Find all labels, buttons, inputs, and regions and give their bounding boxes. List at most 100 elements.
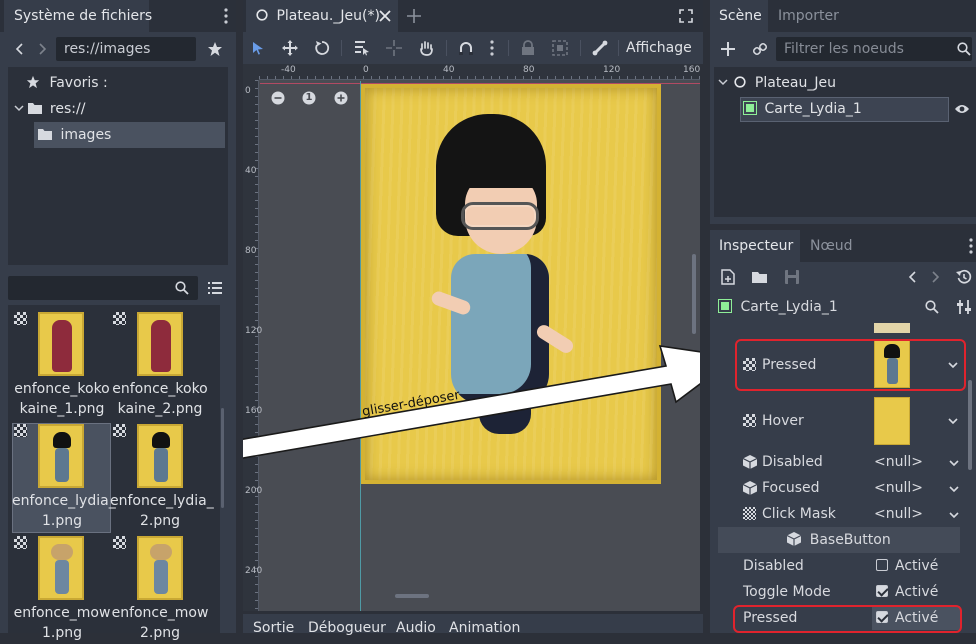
open-folder-icon[interactable] (750, 267, 770, 287)
visibility-eye-icon[interactable] (952, 100, 972, 118)
group-icon[interactable] (550, 38, 570, 58)
lock-icon[interactable] (518, 38, 538, 58)
file-name-line2: 1.png (41, 513, 82, 529)
back-icon[interactable] (10, 38, 28, 60)
fullscreen-icon[interactable] (676, 6, 696, 26)
search-icon[interactable] (172, 278, 192, 298)
resource-cube-icon (786, 532, 802, 546)
checkbox-off[interactable] (876, 559, 888, 571)
save-icon[interactable] (782, 267, 802, 287)
prop-texture-disabled[interactable]: Disabled <null> (718, 449, 970, 475)
tab-import[interactable]: Importer (768, 0, 849, 32)
chevron-down-icon[interactable] (14, 103, 24, 113)
favorites-row[interactable]: Favoris : (26, 70, 108, 96)
viewport-vscrollbar[interactable] (692, 254, 696, 334)
tree-root-label: res:// (49, 101, 86, 117)
chevron-down-icon[interactable] (949, 458, 959, 468)
tree-node-plateau-jeu[interactable]: Plateau_Jeu (718, 70, 836, 96)
drag-arrow (243, 345, 700, 459)
toolbar-separator (508, 40, 509, 56)
tab-node[interactable]: Nœud (800, 230, 863, 262)
file-grid-scrollbar[interactable] (221, 408, 224, 508)
tree-root-res[interactable]: res:// (14, 96, 85, 122)
file-thumbnail (38, 424, 84, 488)
prop-label: Disabled (743, 558, 804, 574)
file-name-line1: enfonce_lydia_ (110, 493, 214, 509)
tab-filesystem[interactable]: Système de fichiers (4, 0, 152, 32)
dock-menu-icon[interactable] (966, 236, 976, 256)
prop-checkbox[interactable]: Activé (876, 579, 938, 605)
rotate-tool-icon[interactable] (312, 38, 332, 58)
chevron-down-icon[interactable] (946, 414, 960, 428)
history-forward-icon[interactable] (928, 267, 944, 287)
add-node-icon[interactable] (718, 38, 738, 60)
prop-texture-hover[interactable]: Hover (740, 408, 960, 434)
file-thumbnail (137, 312, 183, 376)
move-tool-icon[interactable] (280, 38, 300, 58)
path-field[interactable]: res://images (56, 37, 196, 61)
file-item[interactable]: enfonce_mow 2.png (110, 534, 210, 644)
object-header[interactable]: Carte_Lydia_1 (718, 295, 918, 319)
add-tab-icon[interactable] (404, 6, 424, 26)
prop-disabled[interactable]: Disabled Activé (718, 553, 970, 579)
bottom-tab-debugger[interactable]: Débogueur (308, 620, 386, 636)
node2d-circle-icon (734, 76, 747, 88)
file-item[interactable]: enfonce_koko kaine_1.png (12, 310, 112, 420)
file-name-line1: enfonce_koko (112, 381, 208, 397)
chevron-down-icon[interactable] (949, 510, 959, 520)
prop-label: Focused (762, 480, 820, 496)
viewport[interactable]: -40 0 40 80 120 160 0 40 80 120 160 200 … (243, 64, 700, 611)
bottom-tab-output[interactable]: Sortie (253, 620, 294, 636)
chevron-down-icon[interactable] (718, 77, 728, 87)
dock-menu-icon[interactable] (218, 6, 234, 26)
viewport-hscrollbar[interactable] (395, 594, 429, 598)
file-name-line2: 1.png (41, 625, 82, 641)
toolbar-separator (580, 40, 581, 56)
file-item[interactable]: enfonce_mow 1.png (12, 534, 112, 644)
select-tool-icon[interactable] (248, 38, 268, 58)
snap-icon[interactable] (456, 38, 476, 58)
chevron-down-icon[interactable] (949, 484, 959, 494)
texture-button-icon (718, 299, 732, 313)
history-back-icon[interactable] (904, 267, 920, 287)
view-menu[interactable]: Affichage (626, 32, 692, 64)
skeleton-icon[interactable] (590, 38, 610, 58)
history-icon[interactable] (954, 267, 974, 287)
prop-click-mask[interactable]: Click Mask <null> (718, 501, 970, 527)
file-item[interactable]: enfonce_lydia_ 2.png (110, 422, 214, 532)
bottom-tab-audio[interactable]: Audio (396, 620, 436, 636)
texture-type-icon (14, 312, 27, 325)
list-select-icon[interactable] (352, 38, 372, 58)
pivot-tool-icon[interactable] (384, 38, 404, 58)
search-icon[interactable] (954, 39, 974, 59)
bottom-tab-animation[interactable]: Animation (449, 620, 520, 636)
file-search-input[interactable] (8, 276, 198, 300)
favorite-star-icon[interactable] (204, 38, 226, 60)
node-filter-input[interactable]: Filtrer les noeuds (776, 37, 972, 61)
prop-checkbox[interactable]: Activé (876, 553, 938, 579)
tree-folder-images[interactable]: images (38, 122, 111, 148)
prop-toggle-mode[interactable]: Toggle Mode Activé (718, 579, 970, 605)
link-icon[interactable] (750, 38, 770, 60)
node-circle-icon (256, 9, 268, 21)
new-resource-icon[interactable] (718, 267, 738, 287)
file-item[interactable]: enfonce_koko kaine_2.png (110, 310, 210, 420)
checkbox-on[interactable] (876, 585, 888, 597)
tab-scene[interactable]: Scène (710, 0, 768, 32)
texture-preview-hover[interactable] (874, 397, 910, 445)
tab-inspector[interactable]: Inspecteur (710, 230, 800, 262)
file-item-selected[interactable]: enfonce_lydia_ 1.png (12, 422, 116, 532)
checkbox-label: Activé (895, 558, 939, 574)
scene-tab-label: Plateau._Jeu(*) (276, 8, 380, 24)
close-tab-icon[interactable] (376, 7, 394, 25)
list-view-icon[interactable] (205, 278, 225, 298)
tree-node-carte-lydia[interactable]: Carte_Lydia_1 (743, 96, 862, 122)
forward-icon[interactable] (34, 38, 52, 60)
snap-options-icon[interactable] (485, 38, 499, 58)
section-basebutton[interactable]: BaseButton (718, 527, 960, 553)
resource-cube-icon (743, 481, 757, 495)
search-icon[interactable] (922, 297, 942, 317)
tools-icon[interactable] (954, 297, 974, 317)
pan-tool-icon[interactable] (416, 38, 436, 58)
prop-texture-focused[interactable]: Focused <null> (718, 475, 970, 501)
